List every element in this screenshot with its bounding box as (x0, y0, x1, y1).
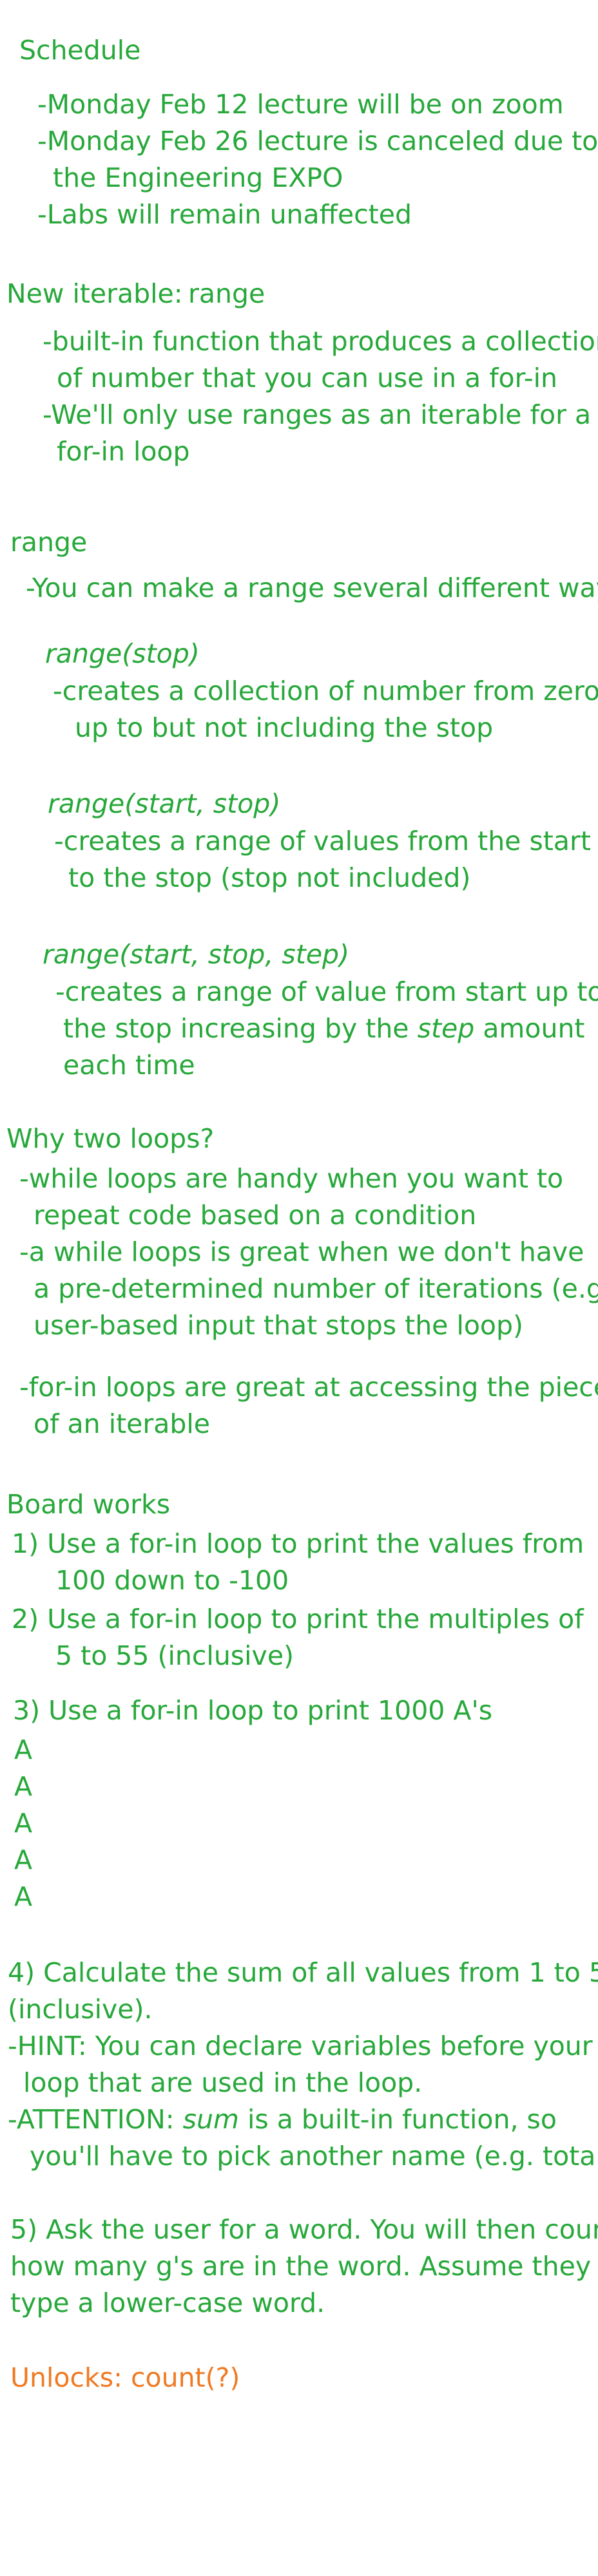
board-works-heading: Board works (6, 1489, 171, 1520)
problem-4: (inclusive). (8, 1994, 153, 2025)
problem-4: -ATTENTION: sum is a built-in function, … (8, 2107, 557, 2133)
problem-4: 4) Calculate the sum of all values from … (8, 1957, 598, 1988)
schedule-line: -Labs will remain unaffected (37, 199, 412, 230)
why-two-loops-heading: Why two loops? (6, 1123, 215, 1154)
why-two-loops-line: -a while loops is great when we don't ha… (19, 1236, 584, 1267)
new-iterable-line: of number that you can use in a for-in (57, 363, 558, 393)
sample-output-line: A (14, 1844, 33, 1875)
range-intro: -You can make a range several different … (26, 573, 598, 603)
range-heading: range (10, 527, 88, 558)
problem-2: 2) Use a for-in loop to print the multip… (12, 1604, 584, 1634)
new-iterable-line: for-in loop (57, 436, 190, 467)
range-step-desc-part: amount (483, 1013, 585, 1044)
problem-4-sum-word: sum (182, 2104, 239, 2135)
problem-4: loop that are used in the loop. (23, 2067, 423, 2098)
new-iterable-line: -We'll only use ranges as an iterable fo… (43, 399, 592, 430)
range-step-desc: each time (63, 1050, 195, 1081)
schedule-line: the Engineering EXPO (53, 162, 343, 193)
range-stop-signature: range(stop) (45, 638, 200, 669)
problem-4-part: is a built-in function, so (247, 2104, 557, 2135)
range-step-signature: range(start, stop, step) (43, 939, 350, 970)
range-step-word: step (417, 1013, 475, 1044)
range-step-desc: the stop increasing by the step amount (63, 1016, 585, 1042)
range-stop-desc: up to but not including the stop (75, 712, 494, 743)
problem-4-part: -ATTENTION: (8, 2104, 175, 2135)
range-step-desc: -creates a range of value from start up … (55, 976, 598, 1007)
sample-output-line: A (14, 1808, 33, 1839)
range-start-stop-desc: to the stop (stop not included) (68, 862, 471, 893)
new-iterable-term: range (188, 278, 265, 309)
problem-2: 5 to 55 (inclusive) (55, 1640, 294, 1671)
why-two-loops-line: repeat code based on a condition (34, 1200, 477, 1231)
why-two-loops-line: user-based input that stops the loop) (34, 1310, 524, 1341)
schedule-line: -Monday Feb 26 lecture is canceled due t… (37, 126, 598, 156)
range-step-desc-part: the stop increasing by the (63, 1013, 409, 1044)
sample-output-line: A (14, 1734, 33, 1765)
problem-5: type a lower-case word. (10, 2287, 325, 2318)
new-iterable-heading: New iterable: (6, 278, 183, 309)
schedule-heading: Schedule (19, 35, 141, 66)
problem-5: how many g's are in the word. Assume the… (10, 2251, 592, 2282)
schedule-line: -Monday Feb 12 lecture will be on zoom (37, 89, 564, 120)
why-two-loops-line: -while loops are handy when you want to (19, 1163, 564, 1194)
problem-3: 3) Use a for-in loop to print 1000 A's (13, 1695, 493, 1726)
why-two-loops-line: a pre-determined number of iterations (e… (34, 1273, 598, 1304)
unlocks-note: Unlocks: count(?) (10, 2362, 240, 2393)
problem-1: 1) Use a for-in loop to print the values… (12, 1528, 584, 1559)
sample-output-line: A (14, 1771, 33, 1802)
why-two-loops-line: -for-in loops are great at accessing the… (19, 1372, 598, 1403)
why-two-loops-line: of an iterable (34, 1408, 211, 1439)
problem-4: -HINT: You can declare variables before … (8, 2031, 593, 2061)
problem-4: you'll have to pick another name (e.g. t… (30, 2141, 598, 2172)
new-iterable-line: -built-in function that produces a colle… (43, 326, 598, 357)
problem-1: 100 down to -100 (55, 1565, 289, 1596)
range-start-stop-desc: -creates a range of values from the star… (54, 826, 591, 857)
range-stop-desc: -creates a collection of number from zer… (53, 676, 598, 706)
range-start-stop-signature: range(start, stop) (48, 788, 281, 819)
sample-output-line: A (14, 1881, 33, 1912)
problem-5: 5) Ask the user for a word. You will the… (10, 2214, 598, 2245)
